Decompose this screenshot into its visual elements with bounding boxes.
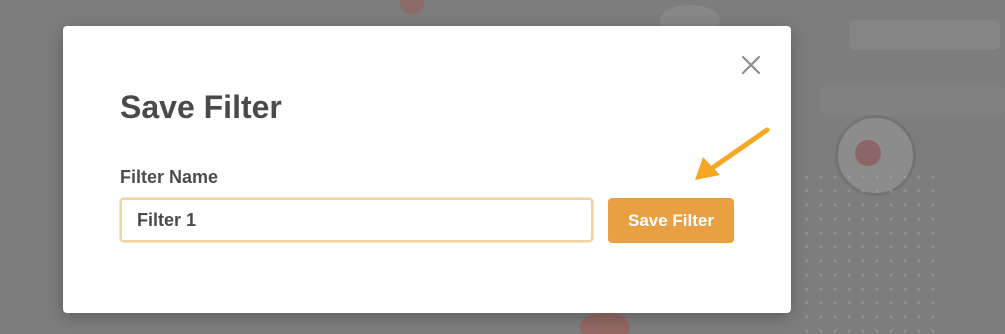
arrow-pointer-icon (695, 127, 770, 180)
dialog-title: Save Filter (120, 89, 282, 125)
background-marker (400, 0, 424, 14)
close-icon[interactable] (739, 53, 763, 77)
background-route (800, 170, 940, 334)
background-marker (855, 140, 881, 166)
filter-name-label: Filter Name (120, 167, 219, 187)
background-marker (580, 312, 630, 334)
save-filter-dialog: Save Filter Filter Name Save Filter (63, 26, 791, 313)
background-panel (820, 85, 1005, 115)
save-filter-button[interactable]: Save Filter (608, 198, 734, 243)
background-panel (850, 20, 1000, 50)
filter-name-input[interactable] (120, 198, 593, 242)
